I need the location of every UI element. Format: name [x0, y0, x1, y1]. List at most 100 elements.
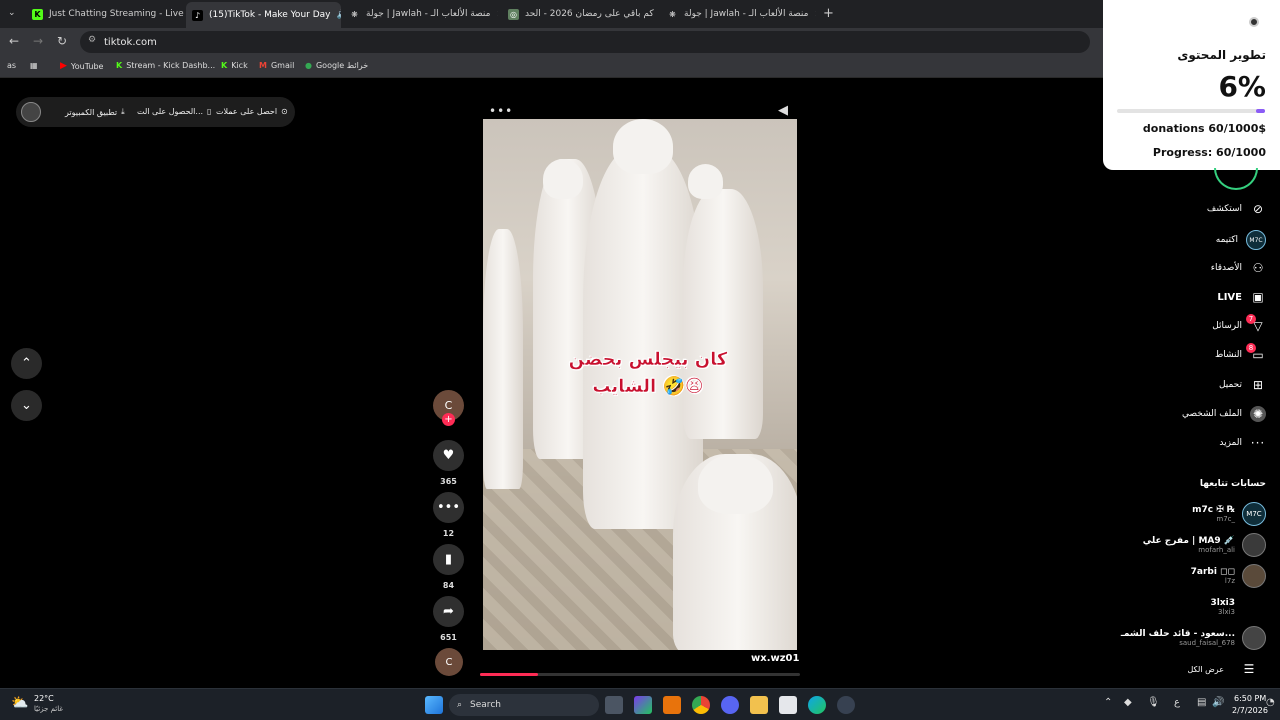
desktop-app-button[interactable]: تطبيق الكمبيوتر ⤓ [65, 107, 125, 117]
chevron-up-icon[interactable]: ⌃ [1104, 697, 1112, 708]
volume-icon[interactable]: 🔊 [1212, 697, 1224, 708]
sidebar-item-messages[interactable]: الرسائل ▽ 7 [1212, 314, 1266, 334]
account-name: m7c ✠ ℞ [1192, 505, 1235, 515]
windows-start-icon[interactable] [425, 696, 443, 714]
network-icon[interactable]: ▤ [1197, 697, 1206, 708]
back-arrow-icon[interactable]: ← [9, 34, 19, 48]
sidebar-item-profile[interactable]: الملف الشخصي ✺ [1182, 406, 1266, 422]
copilot-icon[interactable] [634, 696, 652, 714]
sidebar-item-activity[interactable]: النشاط ▭ 8 [1215, 343, 1266, 363]
taskbar-search[interactable]: ⌕ Search [449, 694, 599, 716]
apps-grid-icon[interactable]: ▦ [30, 61, 38, 70]
bookmark-kick-dashboard[interactable]: K Stream - Kick Dashb... [116, 61, 215, 70]
phone-icon: ▯ [207, 107, 212, 116]
bookmark-as[interactable]: as [7, 61, 16, 70]
account-name: 7arbi ◻◻ [1190, 567, 1235, 577]
sidebar-item-more[interactable]: المزيد ··· [1219, 435, 1266, 451]
sidebar-item-explore[interactable]: استكشف ⊘ [1207, 201, 1266, 217]
sidebar-item-label: LIVE [1217, 291, 1242, 303]
show-all-label: عرض الكل [1187, 664, 1224, 674]
share-button[interactable]: ➦ 651 [433, 596, 464, 642]
app-icon[interactable] [663, 696, 681, 714]
list-icon: ☰ [1243, 662, 1255, 676]
tab-tiktok[interactable]: ♪ (15)TikTok - Make Your Day 🔊 ✕ [186, 2, 341, 28]
speaker-icon[interactable]: 🔊 [336, 10, 341, 20]
new-tab-plus-icon[interactable]: + [823, 6, 834, 21]
search-icon: ⌕ [457, 700, 463, 710]
video-player[interactable]: كان بيجلس بحضن الشايب 🤣😫 [483, 119, 797, 650]
chrome-icon[interactable] [692, 696, 710, 714]
bookmark-google-maps[interactable]: ● Google خرائط [305, 61, 368, 70]
tab-search-chevron-icon[interactable]: ⌄ [8, 8, 16, 18]
store-icon[interactable] [779, 696, 797, 714]
edge-icon[interactable] [808, 696, 826, 714]
video-progress-bar[interactable] [480, 673, 800, 676]
forward-arrow-icon[interactable]: → [33, 34, 43, 48]
language-indicator[interactable]: ع [1174, 697, 1180, 708]
show-all-following-button[interactable]: عرض الكل ☰ [1187, 661, 1266, 677]
tiktok-icon: ♪ [192, 9, 203, 21]
avatar [1242, 595, 1266, 619]
account-handle: mofarh_ali [1198, 546, 1235, 554]
following-account[interactable]: m7c ✠ ℞ m7c_ M7C [1192, 502, 1266, 526]
following-account[interactable]: 7arbi ◻◻ l7z [1191, 564, 1266, 588]
discord-icon[interactable] [721, 696, 739, 714]
account-handle: m7c_ [1216, 515, 1235, 523]
tab-jawlah[interactable]: ❋ جولة | Jawlah - منصة الألعاب الـ ✕ [343, 4, 498, 24]
get-app-button[interactable]: الحصول على الت... ▯ [137, 107, 211, 116]
url-field[interactable]: ⚙ tiktok.com [80, 31, 1090, 53]
following-account[interactable]: مفرج علي | MA9 💉 mofarh_ali [1143, 533, 1266, 557]
profile-icon: ✺ [1250, 406, 1266, 422]
top-left-toolbar: تطبيق الكمبيوتر ⤓ الحصول على الت... ▯ اح… [16, 97, 295, 127]
comment-icon: ••• [433, 492, 464, 523]
clock-time[interactable]: 6:50 PM [1234, 694, 1266, 703]
microphone-icon[interactable]: 🎙 [1147, 697, 1160, 708]
file-explorer-icon[interactable] [750, 696, 768, 714]
comment-button[interactable]: ••• 12 [433, 492, 464, 538]
reload-icon[interactable]: ↻ [57, 34, 67, 48]
follow-plus-icon[interactable]: + [442, 413, 455, 426]
settings-gear-icon[interactable] [837, 696, 855, 714]
tiktok-page: تطبيق الكمبيوتر ⤓ الحصول على الت... ▯ اح… [0, 80, 1103, 688]
tab-kick[interactable]: K Just Chatting Streaming - Live ✕ [26, 4, 184, 24]
mute-icon[interactable]: ◀ [778, 103, 788, 118]
close-icon[interactable]: ✕ [496, 9, 498, 20]
more-options-icon[interactable]: ••• [489, 104, 513, 118]
sidebar-item-upload[interactable]: تحميل ⊞ [1219, 377, 1266, 393]
sidebar-item-label: اكتيمه [1215, 235, 1238, 245]
bookmarks-bar: as ▦ ▶ YouTube K Stream - Kick Dashb... … [0, 56, 1103, 78]
like-button[interactable]: ♥ 365 [433, 440, 464, 486]
following-account[interactable]: 3lxi3 3lxi3 [1210, 595, 1266, 619]
clock-date[interactable]: 2/7/2026 [1232, 706, 1268, 715]
sidebar-item-friends[interactable]: الأصدقاء ⚇ [1211, 260, 1266, 276]
creator-username[interactable]: wx.wz01 [751, 653, 799, 664]
sound-avatar[interactable]: C [433, 648, 464, 676]
site-settings-icon[interactable]: ⚙ [88, 35, 96, 45]
previous-video-chevron-up-icon[interactable]: ⌃ [11, 348, 42, 379]
avatar[interactable] [21, 102, 41, 122]
sidebar-item-m7c[interactable]: اكتيمه M7C [1216, 230, 1266, 250]
account-name: سعود - قائد حلف الشمـ... [1120, 629, 1235, 639]
bookmark-gmail[interactable]: M Gmail [259, 61, 294, 70]
following-account[interactable]: سعود - قائد حلف الشمـ... saud_faisal_678 [1121, 626, 1266, 650]
close-icon[interactable]: ✕ [814, 9, 816, 20]
sidebar-item-label: الأصدقاء [1210, 263, 1242, 273]
bookmark-kick[interactable]: K Kick [221, 61, 248, 70]
bookmark-youtube[interactable]: ▶ YouTube [60, 61, 103, 71]
weather-icon[interactable]: ⛅ [11, 695, 28, 711]
tab-ramadan[interactable]: ◎ كم باقي على رمضان 2026 - الحد ✕ [502, 4, 657, 24]
account-name: 3lxi3 [1210, 598, 1236, 608]
compass-icon: ⊘ [1252, 202, 1264, 216]
tab-jawlah-2[interactable]: ❋ جولة | Jawlah - منصة الألعاب الـ ✕ [661, 4, 816, 24]
avatar [1242, 533, 1266, 557]
task-view-icon[interactable] [605, 696, 623, 714]
account-handle: 3lxi3 [1218, 608, 1235, 616]
sidebar-item-live[interactable]: LIVE ▣ [1217, 289, 1266, 305]
get-coins-button[interactable]: احصل على عملات ⊙ [216, 107, 288, 116]
save-button[interactable]: ▮ 84 [433, 544, 464, 590]
tray-app-icon[interactable]: ◆ [1124, 697, 1132, 708]
creator-avatar[interactable]: C + [433, 390, 464, 426]
next-video-chevron-down-icon[interactable]: ⌄ [11, 390, 42, 421]
tab-title: جولة | Jawlah - منصة الألعاب الـ [366, 9, 491, 19]
notification-bell-icon[interactable]: ◔ [1266, 697, 1275, 708]
